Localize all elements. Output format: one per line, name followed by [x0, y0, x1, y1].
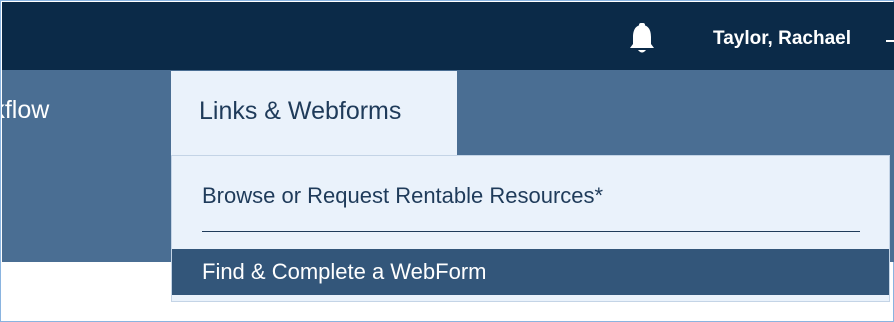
tab-links-webforms-label: Links & Webforms — [199, 97, 402, 125]
menu-item-find-webform[interactable]: Find & Complete a WebForm — [172, 249, 889, 295]
nav-item-workflow-container: rkflow — [2, 70, 172, 150]
menu-item-browse-resources[interactable]: Browse or Request Rentable Resources* — [172, 176, 889, 216]
app-window: Taylor, Rachael rkflow Links & Webforms … — [0, 0, 894, 322]
links-webforms-dropdown: Browse or Request Rentable Resources* Fi… — [171, 155, 890, 302]
user-name[interactable]: Taylor, Rachael — [713, 28, 851, 50]
nav-item-workflow[interactable]: rkflow — [2, 96, 49, 125]
tab-links-webforms[interactable]: Links & Webforms — [171, 71, 457, 155]
bell-icon[interactable] — [626, 22, 658, 56]
chevron-down-icon[interactable] — [886, 40, 894, 42]
top-bar: Taylor, Rachael — [2, 2, 894, 70]
menu-divider — [202, 231, 860, 232]
